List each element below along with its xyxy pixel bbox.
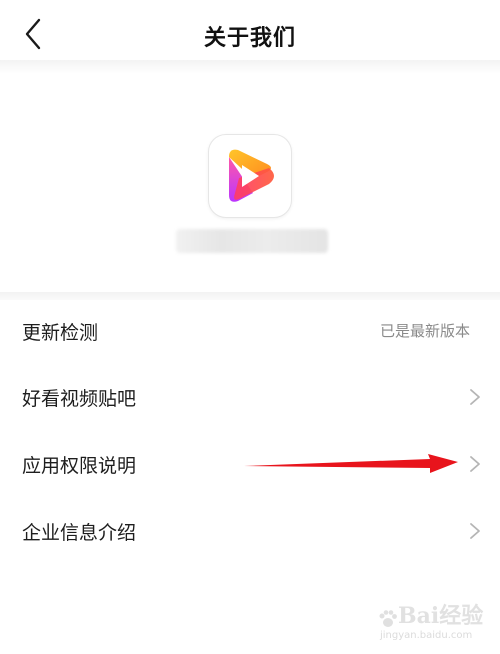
watermark: Bai经验 jingyan.baidu.com [378, 596, 493, 648]
paw-icon [378, 608, 398, 627]
version-text-blurred [176, 229, 328, 253]
menu-item-label: 企业信息介绍 [22, 522, 137, 544]
watermark-url: jingyan.baidu.com [380, 630, 473, 641]
menu-item-label: 好看视频贴吧 [22, 388, 137, 410]
menu-item-company-info[interactable]: 企业信息介绍 [0, 498, 500, 564]
chevron-right-icon [468, 522, 482, 540]
menu-item-label: 应用权限说明 [22, 455, 137, 477]
watermark-brand-text: Bai经验 [398, 603, 484, 629]
red-arrow-icon [240, 446, 470, 482]
watermark-brand: Bai经验 [378, 598, 483, 630]
chevron-right-icon [468, 455, 482, 473]
update-status-text: 已是最新版本 [379, 322, 470, 340]
chevron-right-icon [468, 388, 482, 406]
page-title: 关于我们 [203, 26, 296, 51]
play-logo-icon [229, 149, 274, 202]
menu-item-haokan-tieba[interactable]: 好看视频贴吧 [0, 364, 500, 430]
menu-item-label: 更新检测 [22, 322, 99, 344]
app-logo [208, 134, 292, 218]
menu-item-update-check[interactable]: 更新检测 已是最新版本 [0, 298, 500, 364]
header-shadow [0, 60, 500, 74]
